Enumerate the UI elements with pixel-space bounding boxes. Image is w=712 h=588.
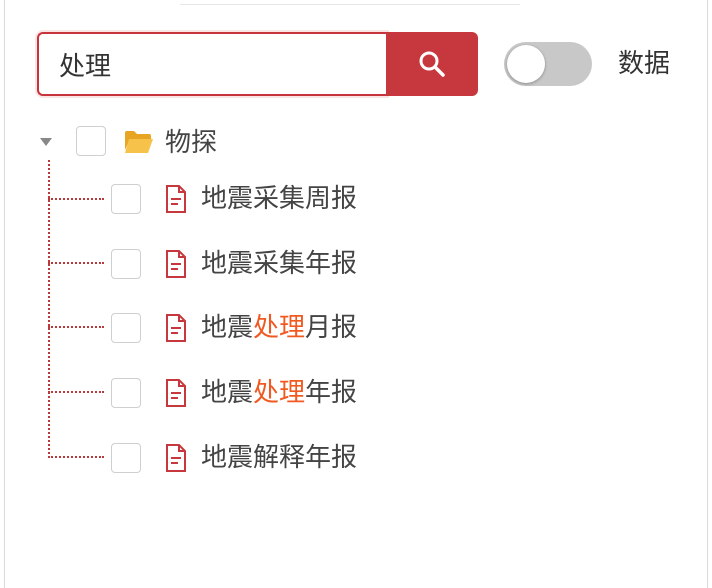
- node-checkbox[interactable]: [111, 313, 141, 343]
- node-checkbox[interactable]: [111, 378, 141, 408]
- tree-branch-line: [48, 391, 104, 393]
- tree-root-label[interactable]: 物探: [165, 127, 217, 159]
- folder-open-icon: [125, 131, 153, 153]
- tree-branch-line: [48, 262, 104, 264]
- tree-branch-line: [48, 456, 104, 458]
- document-icon: [166, 444, 186, 472]
- tree-node-label[interactable]: 地震采集周报: [201, 183, 357, 215]
- document-icon: [166, 250, 186, 278]
- search-field[interactable]: [37, 32, 387, 96]
- tree-node-label[interactable]: 地震处理年报: [201, 377, 357, 409]
- expand-caret-icon[interactable]: [40, 138, 52, 146]
- tree-branch-line: [48, 326, 104, 328]
- search-button[interactable]: [386, 32, 478, 96]
- top-divider: [180, 0, 520, 5]
- node-checkbox[interactable]: [111, 249, 141, 279]
- document-icon: [166, 314, 186, 342]
- node-checkbox[interactable]: [111, 443, 141, 473]
- search-icon: [419, 51, 445, 77]
- toggle-knob: [507, 45, 545, 83]
- node-checkbox[interactable]: [111, 184, 141, 214]
- toggle-label: 数据: [618, 49, 671, 79]
- tree-connector: [48, 160, 50, 458]
- tree-branch-line: [48, 198, 104, 200]
- data-toggle[interactable]: [504, 42, 592, 86]
- root-checkbox[interactable]: [76, 126, 106, 156]
- tree-node-label[interactable]: 地震解释年报: [201, 442, 357, 474]
- document-icon: [166, 379, 186, 407]
- search-input[interactable]: [59, 34, 379, 94]
- tree-node-label[interactable]: 地震采集年报: [201, 248, 357, 280]
- document-icon: [166, 185, 186, 213]
- tree-node-label[interactable]: 地震处理月报: [201, 312, 357, 344]
